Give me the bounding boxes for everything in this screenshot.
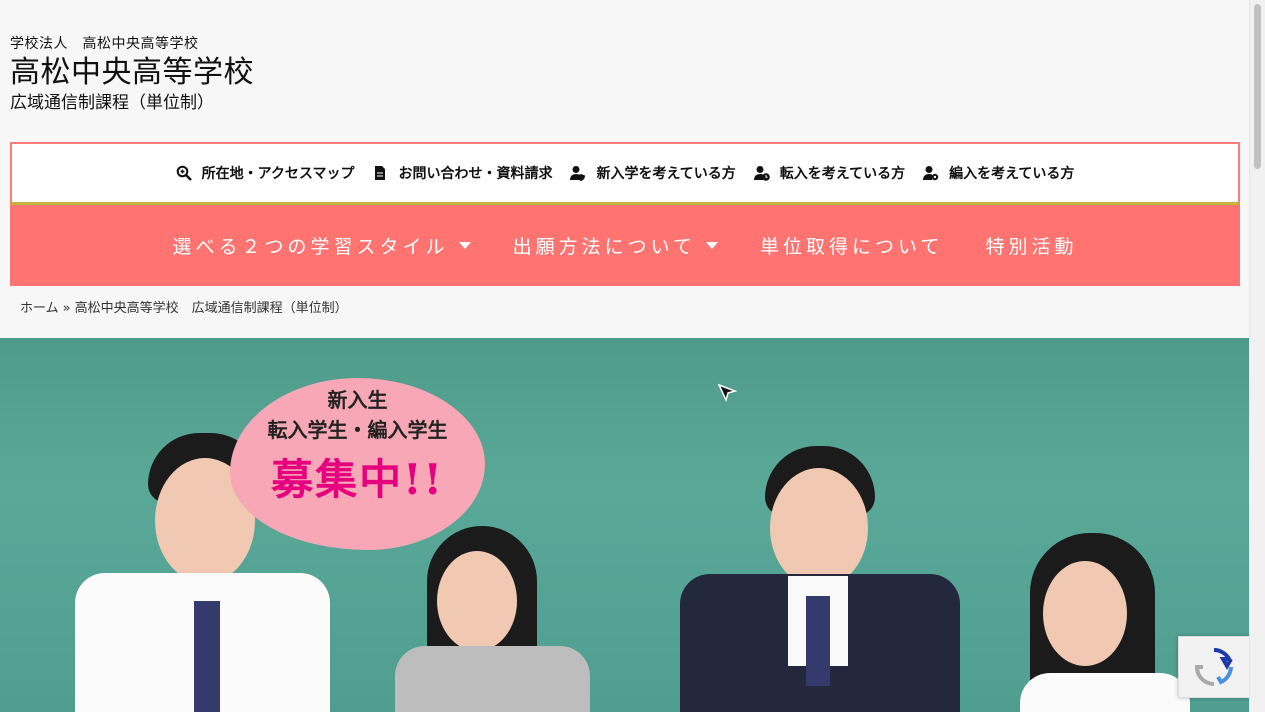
- contact-link[interactable]: お問い合わせ・資料請求: [372, 163, 552, 183]
- nav-learning-style-label: 選べる２つの学習スタイル: [172, 236, 449, 258]
- bubble-line-transfer-students: 転入学生・編入学生: [267, 418, 448, 442]
- site-subtitle: 広域通信制課程（単位制）: [10, 93, 214, 113]
- new-enrollment-label: 新入学を考えている方: [596, 166, 736, 182]
- breadcrumb-current: 高松中央高等学校 広域通信制課程（単位制）: [74, 301, 348, 316]
- access-map-label: 所在地・アクセスマップ: [201, 166, 355, 182]
- breadcrumb: ホーム» 高松中央高等学校 広域通信制課程（単位制）: [20, 297, 352, 316]
- readmission-link[interactable]: 編入を考えている方: [923, 163, 1074, 183]
- nav-credits-label: 単位取得について: [760, 236, 944, 258]
- readmission-label: 編入を考えている方: [949, 166, 1075, 182]
- recaptcha-badge[interactable]: [1178, 636, 1250, 698]
- bubble-line-now-recruiting: 募集中!!: [271, 455, 444, 504]
- student-figure: [1010, 533, 1190, 712]
- user-gear-icon: [923, 166, 939, 181]
- access-map-link[interactable]: 所在地・アクセスマップ: [176, 163, 355, 183]
- main-navigation: 選べる２つの学習スタイル 出願方法について 単位取得について 特別活動: [10, 205, 1240, 286]
- nav-application-label: 出願方法について: [512, 236, 696, 258]
- nav-application[interactable]: 出願方法について: [513, 232, 718, 259]
- nav-special-activities-label: 特別活動: [985, 236, 1078, 258]
- student-figure: [680, 446, 960, 712]
- scrollbar-thumb[interactable]: [1254, 4, 1261, 169]
- contact-label: お問い合わせ・資料請求: [398, 166, 553, 182]
- document-icon: [375, 166, 386, 180]
- user-shield-icon: [570, 166, 586, 181]
- student-figure: [395, 526, 595, 712]
- caret-down-icon: [458, 242, 471, 249]
- breadcrumb-separator: »: [62, 301, 71, 316]
- mouse-cursor-icon: [717, 383, 738, 403]
- user-clock-icon: [753, 166, 770, 181]
- nav-special-activities[interactable]: 特別活動: [985, 232, 1077, 259]
- organization-name: 学校法人 高松中央高等学校: [10, 36, 199, 52]
- hero-image: 新入生 転入学生・編入学生 募集中!!: [0, 338, 1250, 712]
- breadcrumb-home[interactable]: ホーム: [20, 301, 59, 316]
- site-header: 学校法人 高松中央高等学校 高松中央高等学校 広域通信制課程（単位制）: [10, 34, 254, 114]
- caret-down-icon: [706, 242, 718, 249]
- recruitment-speech-bubble: 新入生 転入学生・編入学生 募集中!!: [230, 378, 485, 550]
- recaptcha-icon: [1194, 648, 1233, 686]
- transfer-link[interactable]: 転入を考えている方: [753, 163, 906, 183]
- transfer-label: 転入を考えている方: [779, 166, 906, 182]
- page-scrollbar[interactable]: [1249, 0, 1265, 712]
- top-utility-menu: 所在地・アクセスマップ お問い合わせ・資料請求 新入学を考えている方 転入を考え…: [10, 142, 1240, 205]
- new-enrollment-link[interactable]: 新入学を考えている方: [570, 163, 736, 183]
- search-icon: [176, 165, 192, 181]
- bubble-line-new-students: 新入生: [327, 388, 388, 412]
- nav-credits[interactable]: 単位取得について: [760, 232, 943, 259]
- nav-learning-style[interactable]: 選べる２つの学習スタイル: [173, 232, 471, 259]
- site-title[interactable]: 高松中央高等学校: [10, 54, 254, 92]
